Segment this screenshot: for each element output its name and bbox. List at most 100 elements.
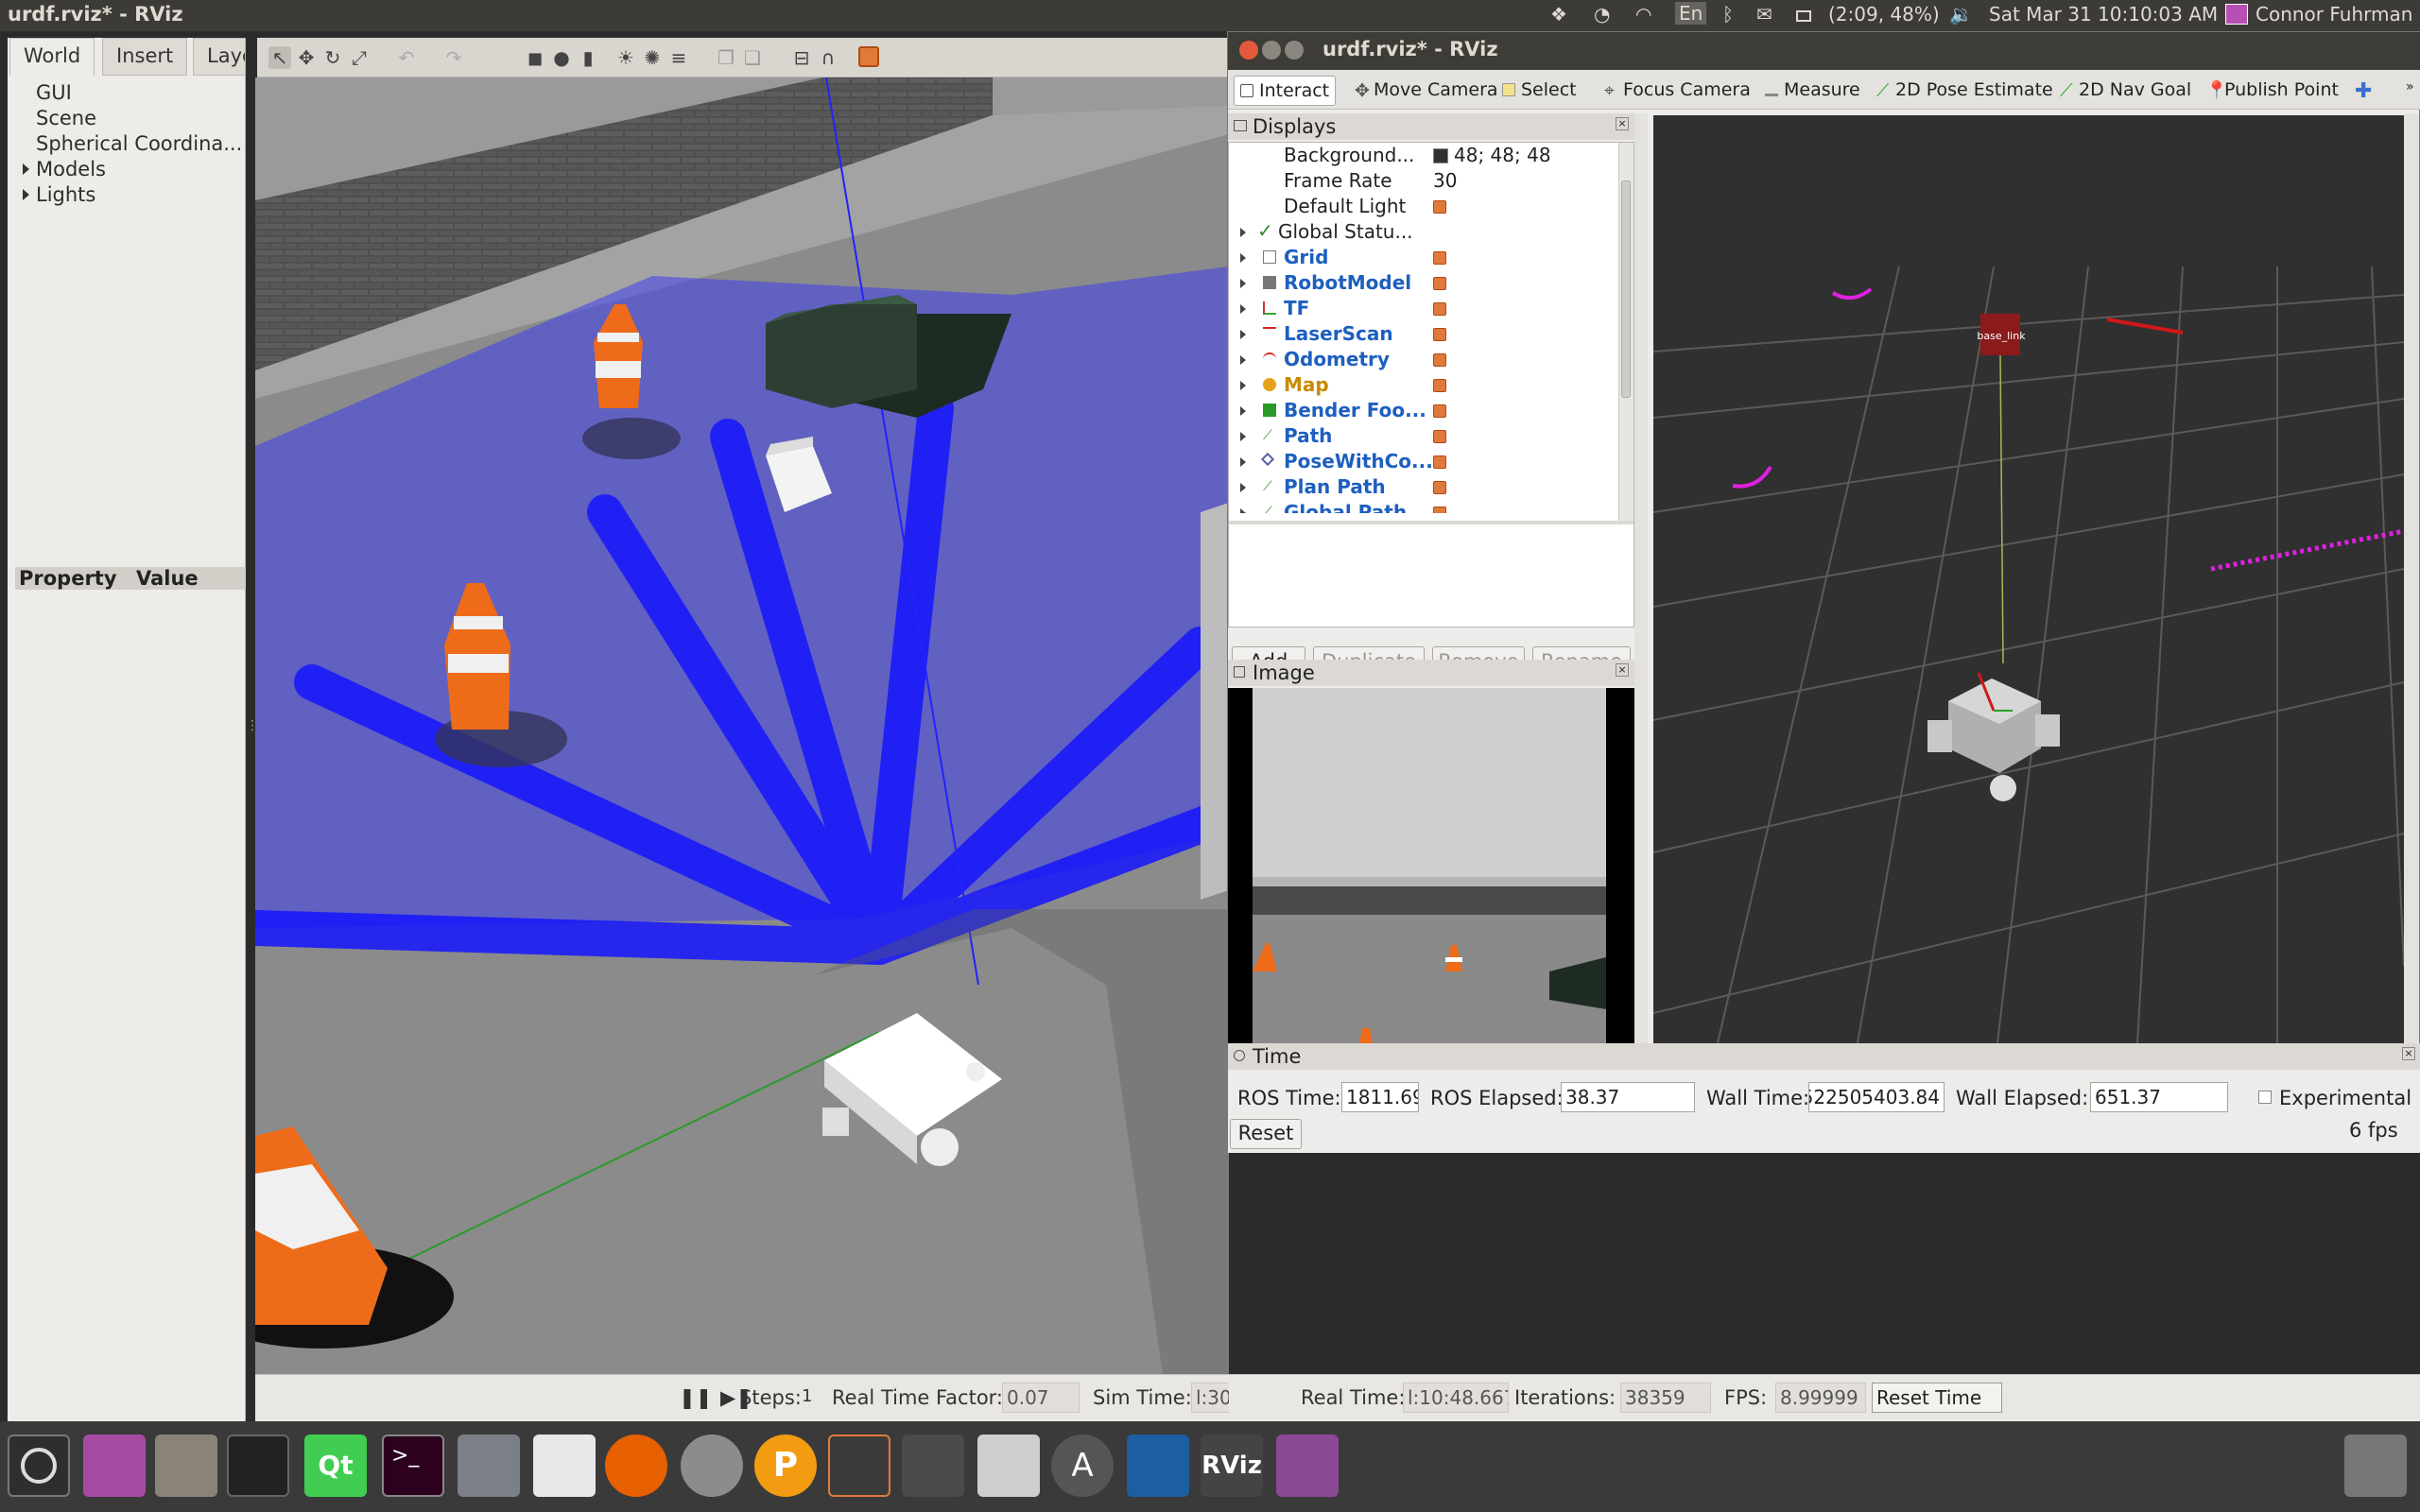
box-shape-icon[interactable]: ◼: [524, 46, 546, 69]
align-icon[interactable]: ⊟: [790, 46, 813, 69]
displays-tree[interactable]: Background... 48; 48; 48 Frame Rate 30 Def…: [1228, 142, 1634, 627]
close-icon[interactable]: ×: [1616, 117, 1629, 130]
tool-publish-point[interactable]: 📍Publish Point: [2200, 76, 2344, 106]
paste-icon[interactable]: ❑: [741, 46, 764, 69]
steps-value[interactable]: 1: [802, 1386, 812, 1406]
expand-arrow-icon[interactable]: [23, 163, 29, 175]
expand-arrow-icon[interactable]: [1240, 432, 1246, 441]
checkbox[interactable]: [1433, 353, 1446, 367]
tool-move-camera[interactable]: ✥ Move Camera: [1349, 76, 1504, 106]
files-purple-icon[interactable]: [83, 1435, 146, 1497]
display-row-grid[interactable]: Grid: [1233, 245, 1624, 270]
scale-icon[interactable]: ⤢: [348, 46, 371, 69]
expand-arrow-icon[interactable]: [1240, 253, 1246, 263]
gazebo-3d-view[interactable]: [255, 77, 1229, 1374]
checkbox[interactable]: [1433, 430, 1446, 443]
add-tool-plus-icon[interactable]: ✚: [2349, 76, 2377, 106]
tree-item-spherical[interactable]: Spherical Coordina...: [36, 132, 242, 155]
display-row-path[interactable]: ⟋ Path: [1233, 423, 1624, 449]
mail-icon[interactable]: ✉: [1756, 3, 1772, 26]
battery-icon[interactable]: [1796, 10, 1811, 22]
matlab-icon[interactable]: [1127, 1435, 1189, 1497]
ros-time-field[interactable]: 1811.69: [1341, 1082, 1419, 1112]
remote-desktop-icon[interactable]: [458, 1435, 520, 1497]
software-updater-icon[interactable]: A: [1051, 1435, 1114, 1497]
trash-icon[interactable]: [2344, 1435, 2407, 1497]
keyboard-indicator[interactable]: En: [1675, 2, 1707, 25]
maximize-icon[interactable]: [1285, 41, 1304, 60]
tool-focus-camera[interactable]: ⌖ Focus Camera: [1599, 76, 1756, 106]
settings-icon[interactable]: [681, 1435, 743, 1497]
user-avatar[interactable]: [2225, 4, 2248, 25]
color-swatch[interactable]: [1433, 148, 1448, 163]
display-row-odometry[interactable]: Odometry: [1233, 347, 1624, 372]
change-view-icon[interactable]: [858, 46, 879, 67]
expand-arrow-icon[interactable]: [1240, 228, 1246, 237]
display-row-frame-rate[interactable]: Frame Rate 30: [1233, 168, 1624, 194]
display-row-global-status[interactable]: ✓ Global Statu...: [1233, 219, 1624, 245]
ros-elapsed-field[interactable]: 38.37: [1561, 1082, 1695, 1112]
tree-item-models[interactable]: Models: [23, 158, 106, 180]
checkbox[interactable]: [1433, 507, 1446, 513]
rviz-3d-view[interactable]: base_link: [1653, 115, 2404, 1075]
scrollbar-thumb[interactable]: [1621, 180, 1631, 398]
expand-arrow-icon[interactable]: [1240, 381, 1246, 390]
wifi-icon[interactable]: ◠: [1635, 3, 1651, 26]
close-icon[interactable]: ×: [2402, 1047, 2415, 1060]
tab-world[interactable]: World: [9, 38, 95, 76]
checkbox[interactable]: [1433, 200, 1446, 214]
expand-arrow-icon[interactable]: [1240, 457, 1246, 467]
checkbox[interactable]: [1433, 328, 1446, 341]
display-row-global-path[interactable]: ⟋ Global Path: [1233, 500, 1624, 513]
toolbar-overflow-icon[interactable]: »: [2400, 76, 2420, 106]
display-row-plan-path[interactable]: ⟋ Plan Path: [1233, 474, 1624, 500]
expand-arrow-icon[interactable]: [1240, 406, 1246, 416]
workspace-switcher-icon[interactable]: [902, 1435, 964, 1497]
undo-icon[interactable]: ↶: [395, 46, 418, 69]
expand-arrow-icon[interactable]: [23, 189, 29, 200]
volume-icon[interactable]: 🔉: [1949, 3, 1973, 26]
wall-elapsed-field[interactable]: 651.37: [2090, 1082, 2228, 1112]
checkbox[interactable]: [1433, 404, 1446, 418]
checkbox[interactable]: [1433, 481, 1446, 494]
tree-item-scene[interactable]: Scene: [36, 107, 96, 129]
point-light-icon[interactable]: ☀: [614, 46, 637, 69]
checkbox[interactable]: [1433, 251, 1446, 265]
camera-image-view[interactable]: [1228, 688, 1634, 1070]
pause-button[interactable]: ❚❚: [679, 1386, 712, 1409]
battery-status[interactable]: (2:09, 48%): [1828, 3, 1940, 26]
display-row-default-light[interactable]: Default Light: [1233, 194, 1624, 219]
wall-time-field[interactable]: 522505403.84: [1808, 1082, 1945, 1112]
screenshot-icon[interactable]: [977, 1435, 1040, 1497]
display-row-bender-footprint[interactable]: Bender Foo...: [1233, 398, 1624, 423]
redo-icon[interactable]: ↷: [442, 46, 465, 69]
expand-arrow-icon[interactable]: [1240, 483, 1246, 492]
minimize-icon[interactable]: [1262, 41, 1281, 60]
system-monitor-icon[interactable]: [227, 1435, 289, 1497]
cylinder-shape-icon[interactable]: ▮: [577, 46, 599, 69]
checkbox[interactable]: [1433, 277, 1446, 290]
clock-datetime[interactable]: Sat Mar 31 10:10:03 AM: [1989, 3, 2218, 26]
reset-time-button[interactable]: Reset Time: [1872, 1383, 2002, 1413]
close-icon[interactable]: ×: [1616, 663, 1629, 677]
display-row-posewithcovariance[interactable]: PoseWithCo...: [1233, 449, 1624, 474]
display-row-tf[interactable]: TF: [1233, 296, 1624, 321]
firefox-icon[interactable]: [605, 1435, 667, 1497]
directional-light-icon[interactable]: ≡: [667, 46, 690, 69]
view-splitter[interactable]: [1634, 113, 1648, 1075]
expand-arrow-icon[interactable]: [1240, 330, 1246, 339]
checkbox[interactable]: [1433, 379, 1446, 392]
display-row-map[interactable]: Map: [1233, 372, 1624, 398]
bluetooth-icon[interactable]: ᛒ: [1722, 3, 1734, 26]
display-value[interactable]: 30: [1433, 169, 1457, 192]
dropbox-icon[interactable]: ❖: [1550, 3, 1567, 26]
displays-scrollbar[interactable]: [1618, 143, 1634, 521]
panel-splitter[interactable]: ⋮: [246, 718, 259, 747]
display-value[interactable]: 48; 48; 48: [1454, 144, 1551, 166]
tool-select[interactable]: Select: [1496, 76, 1582, 106]
translate-icon[interactable]: ✥: [295, 46, 318, 69]
clock-icon[interactable]: ◔: [1594, 3, 1610, 26]
checkbox[interactable]: [1433, 302, 1446, 316]
rviz-icon[interactable]: RViz: [1201, 1435, 1263, 1497]
experimental-checkbox[interactable]: [2258, 1091, 2272, 1104]
